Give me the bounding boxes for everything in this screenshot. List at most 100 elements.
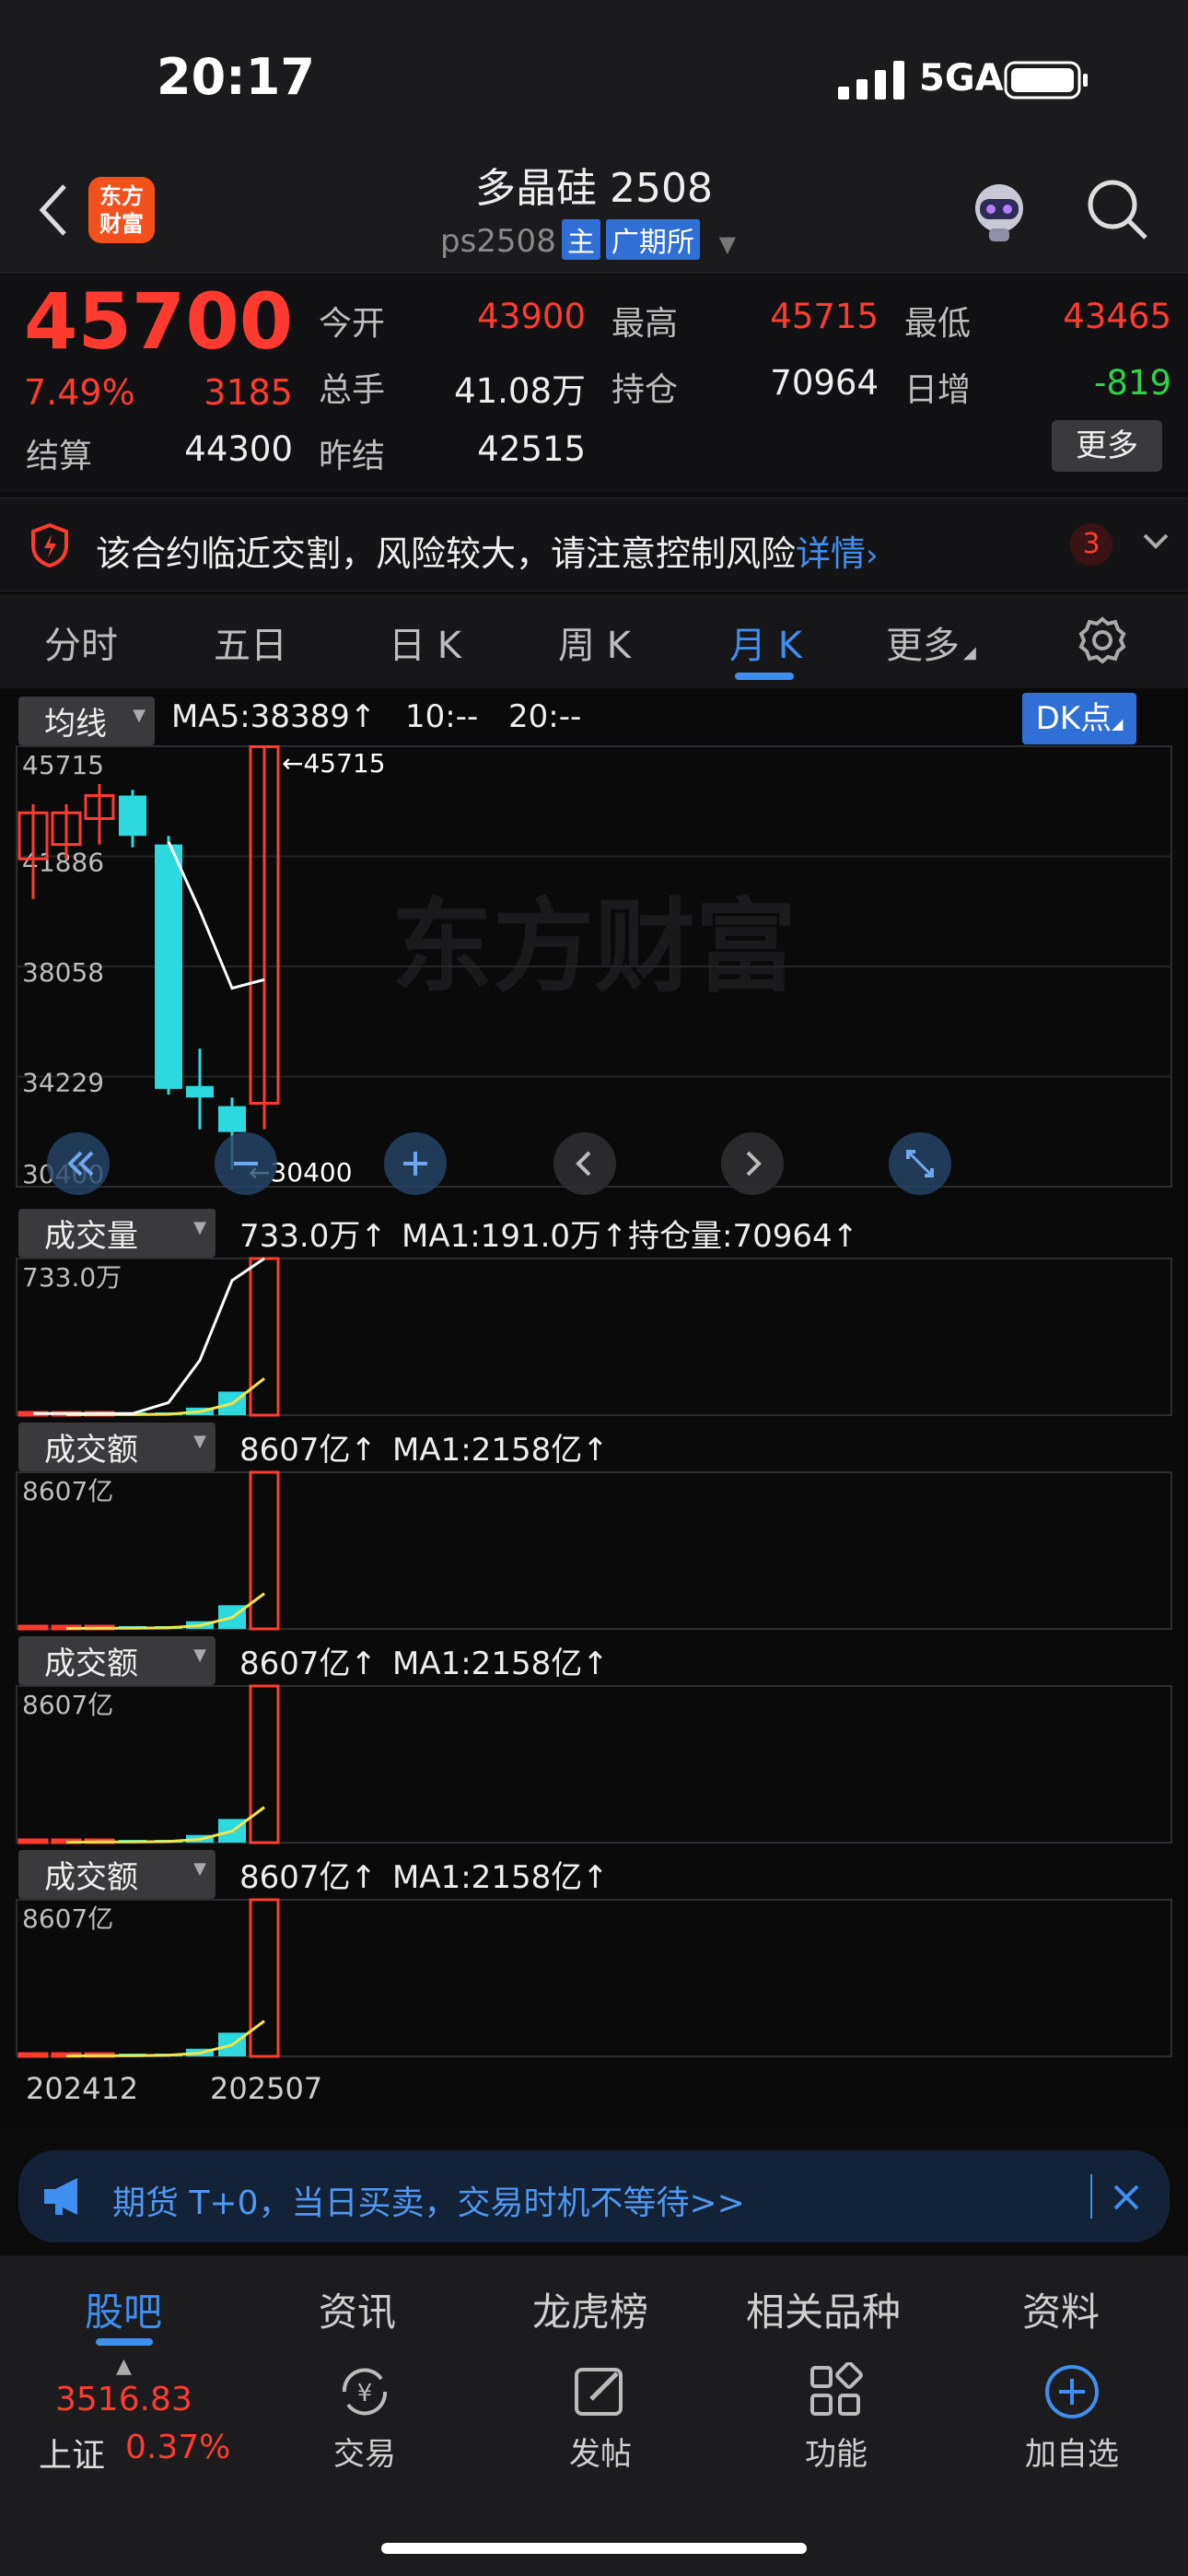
turnover-2-bar [17,1838,49,1844]
next-icon[interactable] [720,1131,785,1200]
turnover-2-frame [16,1685,1172,1844]
candle-body [186,1085,214,1098]
turnover-3-bar [17,2052,49,2058]
gear-icon[interactable] [1077,615,1127,669]
turnover-1-y-tick: 8607亿 [22,1476,113,1506]
volume-label: 总手 [319,371,386,409]
function-label[interactable]: 功能 [763,2429,910,2474]
trade-label[interactable]: 交易 [291,2429,438,2474]
megaphone-icon [41,2176,87,2220]
turnover-3-bar [249,1898,280,2058]
tab-monthly[interactable]: 月 K [729,615,802,669]
turnover-3-y-tick: 8607亿 [22,1903,113,1934]
turnover-ma-indicator-2: MA1:2158亿↑ [392,1645,609,1682]
close-icon[interactable] [1112,2184,1140,2215]
chevron-down-icon[interactable] [1142,533,1170,555]
index-name[interactable]: 上证 [39,2429,105,2476]
robot-assistant-icon[interactable] [965,177,1033,249]
index-pct[interactable]: 0.37% [125,2429,230,2466]
volume-dropdown[interactable]: 成交量 ▼ [18,1209,215,1258]
fullscreen-icon[interactable] [888,1131,952,1200]
signal-icon [838,61,906,103]
volume-ma-indicator: MA1:191.0万↑ [402,1218,628,1255]
contract-subtitle[interactable]: ps2508 主广期所 ▼ [440,219,736,260]
status-time: 20:17 [157,48,315,106]
volume-frame [16,1258,1172,1416]
index-value[interactable]: 3516.83 [55,2381,192,2418]
prev-icon[interactable] [553,1131,617,1200]
tab-active-indicator [735,673,794,680]
tab-daily[interactable]: 日 K [389,615,461,669]
watermark-text: 东方财富 [391,888,797,1006]
search-icon[interactable] [1085,177,1151,247]
turnover-dropdown-1[interactable]: 成交额 ▼ [18,1423,215,1471]
compose-icon[interactable] [571,2362,630,2425]
kline-chart[interactable]: 东方财富4571541886380583422930400←45715←3040… [0,689,1188,2128]
post-label[interactable]: 发帖 [527,2429,674,2474]
high-value: 45715 [770,297,879,336]
tab-weekly[interactable]: 周 K [558,615,631,669]
oi-indicator: 持仓量:70964↑ [628,1218,859,1255]
tab-dragon-tiger[interactable]: 龙虎榜 [532,2281,648,2337]
candle-body [218,1106,246,1132]
turnover-dropdown-2[interactable]: 成交额 ▼ [18,1636,215,1685]
daily-inc-label: 日增 [904,371,972,409]
volume-y-tick: 733.0万 [22,1262,122,1293]
settle-value: 44300 [184,429,293,469]
low-value: 43465 [1063,297,1171,336]
turnover-indicator-2: 8607亿↑ [239,1645,378,1682]
daily-inc-value: -819 [1094,363,1171,403]
tab-profile[interactable]: 资料 [1022,2281,1100,2337]
turnover-indicator-1: 8607亿↑ [239,1432,378,1469]
grid-function-icon[interactable] [807,2361,866,2425]
y-tick-label: 38058 [22,957,104,988]
tab-intraday[interactable]: 分时 [44,615,118,669]
turnover-2-bar [249,1684,280,1844]
change-value: 3185 [204,372,293,413]
turnover-ma-indicator-1: MA1:2158亿↑ [392,1432,609,1469]
zoom-in-icon[interactable] [383,1131,448,1200]
low-label: 最低 [904,305,972,343]
open-label: 今开 [319,305,386,343]
rewind-icon[interactable] [46,1131,111,1200]
x-axis-end: 202507 [210,2071,323,2106]
chevron-down-icon: ▼ [718,231,737,257]
change-pct: 7.49% [24,372,135,413]
volume-indicator: 733.0万↑ [239,1218,387,1255]
candle-body [119,795,146,837]
more-quote-button[interactable]: 更多 [1052,420,1162,472]
turnover-indicator-3: 8607亿↑ [239,1859,378,1896]
turnover-1-frame [16,1471,1172,1630]
zoom-out-icon[interactable] [214,1131,278,1200]
candle-body [155,844,182,1089]
network-label: 5GA [919,57,1004,100]
tab-guba[interactable]: 股吧 [85,2281,162,2337]
tab-five-day[interactable]: 五日 [214,615,287,669]
settle-label: 结算 [26,438,93,475]
y-tick-label: 45715 [22,750,104,780]
turnover-1-bar [17,1624,49,1631]
turnover-3-frame [16,1899,1172,2057]
tab-news[interactable]: 资讯 [319,2281,396,2337]
oi-label: 持仓 [611,371,679,409]
tab-related[interactable]: 相关品种 [746,2281,901,2337]
tab-more[interactable]: 更多 ◢ [886,615,976,669]
last-price: 45700 [24,276,294,367]
prev-settle-label: 昨结 [319,438,386,475]
max-price-marker: ←45715 [282,748,386,779]
trade-icon[interactable]: ¥ [335,2362,394,2425]
notice-count-badge: 3 [1070,523,1112,566]
promo-text: 期货 T+0，当日买卖，交易时机不等待>> [112,2184,745,2222]
turnover-1-bar [249,1470,280,1631]
notice-detail-link[interactable]: 详情 [796,533,866,574]
turnover-ma-indicator-3: MA1:2158亿↑ [392,1859,609,1896]
turnover-2-y-tick: 8607亿 [22,1690,113,1720]
add-circle-icon[interactable] [1042,2362,1101,2425]
shield-warning-icon [29,522,70,571]
add-watchlist-label[interactable]: 加自选 [998,2429,1146,2474]
notice-text: 该合约临近交割，风险较大，请注意控制风险详情› [96,533,879,574]
home-indicator [381,2543,807,2554]
turnover-dropdown-3[interactable]: 成交额 ▼ [18,1850,215,1899]
x-axis-start: 202412 [26,2071,139,2106]
volume-value: 41.08万 [454,371,586,411]
